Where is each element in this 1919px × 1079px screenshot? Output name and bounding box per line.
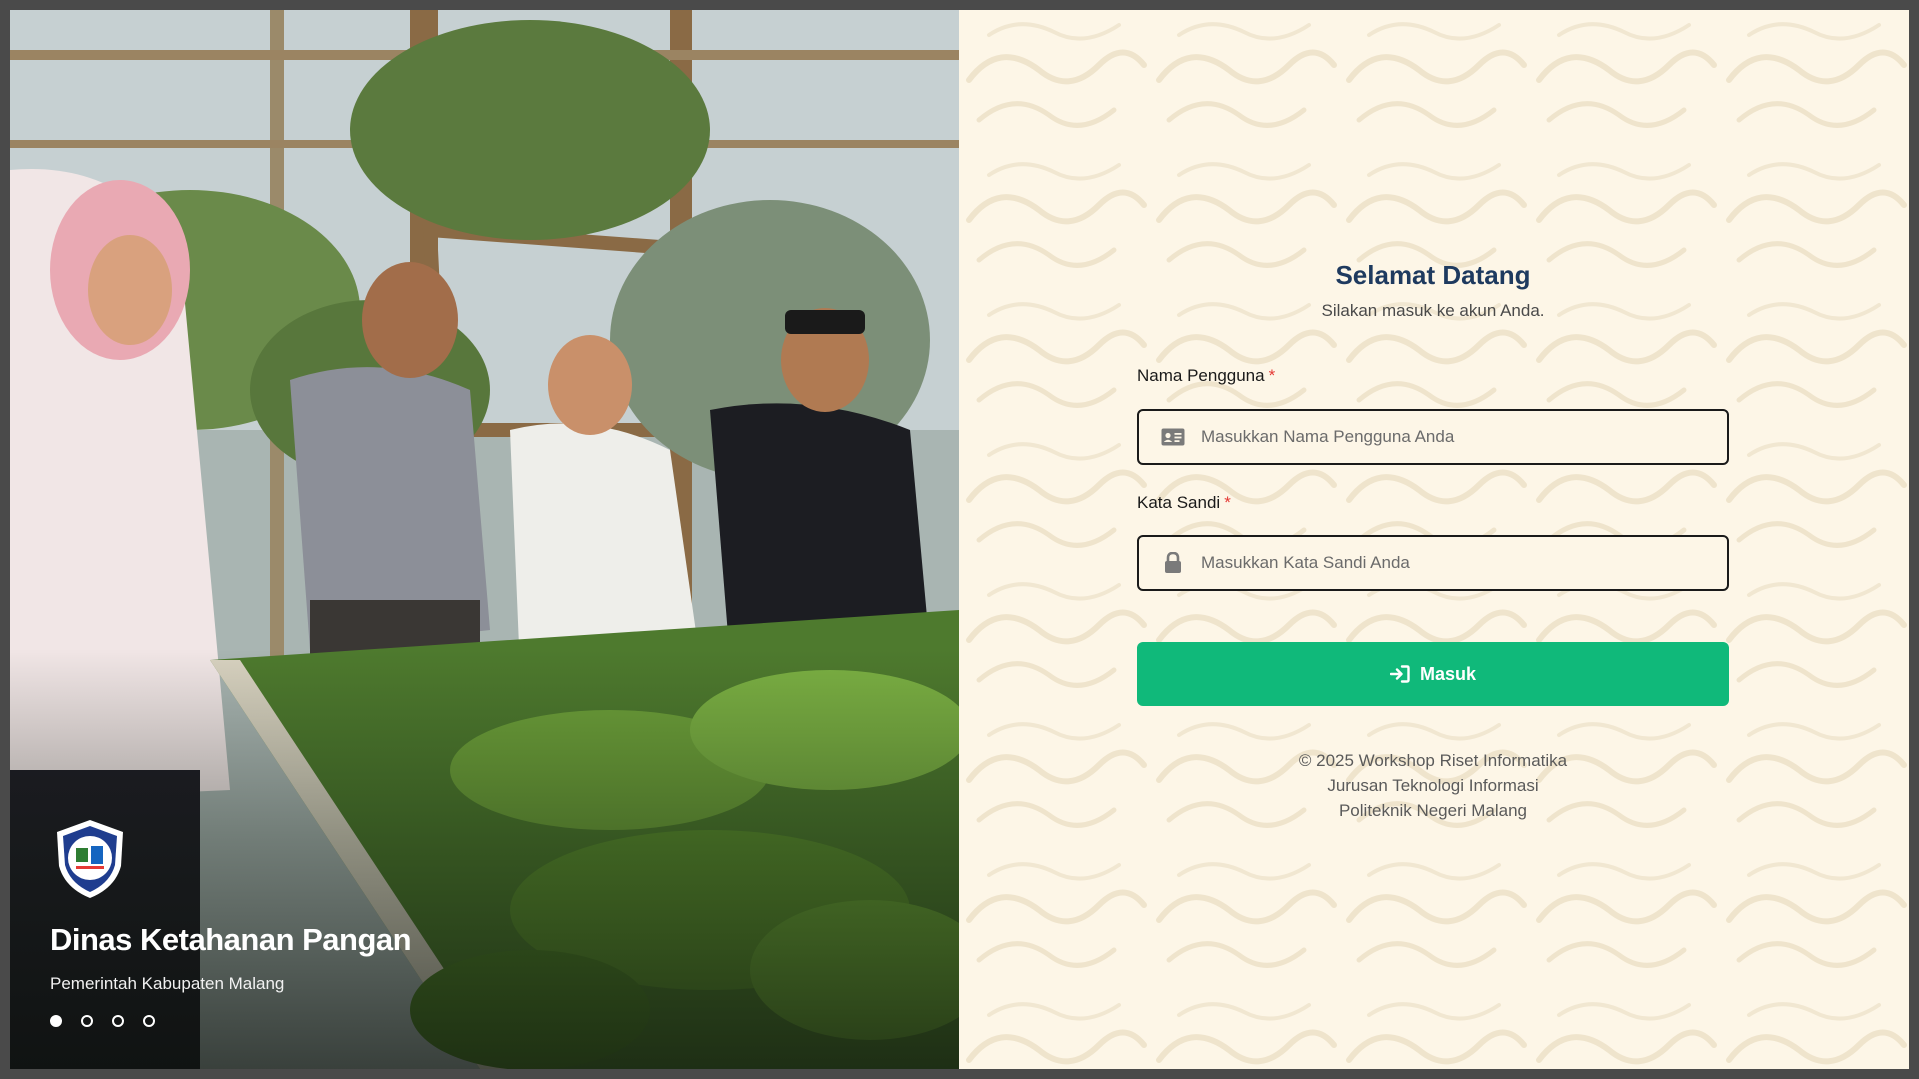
welcome-subtitle: Silakan masuk ke akun Anda.: [1321, 301, 1545, 320]
carousel-indicators: [50, 1015, 155, 1027]
hero-gradient-overlay: [10, 649, 959, 1069]
password-label: Kata Sandi *: [1137, 493, 1231, 513]
password-label-text: Kata Sandi: [1137, 493, 1221, 512]
carousel-dot-1[interactable]: [50, 1015, 62, 1027]
hero-carousel: Dinas Ketahanan Pangan Pemerintah Kabupa…: [10, 10, 959, 1069]
hero-subtitle: Pemerintah Kabupaten Malang: [50, 974, 285, 993]
carousel-dot-3[interactable]: [112, 1015, 124, 1027]
password-input[interactable]: [1199, 536, 1727, 590]
sign-in-icon: [1389, 665, 1410, 683]
lock-icon: [1161, 551, 1185, 575]
footer-institution: Politeknik Negeri Malang: [1338, 801, 1528, 820]
username-field[interactable]: [1137, 409, 1729, 465]
username-label-text: Nama Pengguna: [1137, 366, 1265, 385]
login-page: Dinas Ketahanan Pangan Pemerintah Kabupa…: [10, 10, 1909, 1069]
login-button-label: Masuk: [1419, 663, 1477, 684]
password-field[interactable]: [1137, 535, 1729, 591]
carousel-dot-4[interactable]: [143, 1015, 155, 1027]
login-button[interactable]: Masuk: [1137, 642, 1729, 706]
welcome-title: Selamat Datang: [1335, 260, 1531, 290]
required-marker: *: [1268, 366, 1276, 385]
carousel-dot-2[interactable]: [81, 1015, 93, 1027]
footer-copyright: © 2025 Workshop Riset Informatika: [1298, 751, 1568, 770]
footer-department: Jurusan Teknologi Informasi: [1327, 776, 1539, 795]
hero-title: Dinas Ketahanan Pangan: [50, 922, 412, 957]
username-input[interactable]: [1199, 410, 1727, 464]
footer: © 2025 Workshop Riset Informatika Jurusa…: [1137, 748, 1729, 823]
username-label: Nama Pengguna *: [1137, 366, 1275, 386]
required-marker: *: [1224, 493, 1231, 512]
shield-logo-icon: [57, 820, 123, 898]
login-panel: Selamat Datang Silakan masuk ke akun And…: [959, 10, 1909, 1069]
id-card-icon: [1161, 425, 1185, 449]
